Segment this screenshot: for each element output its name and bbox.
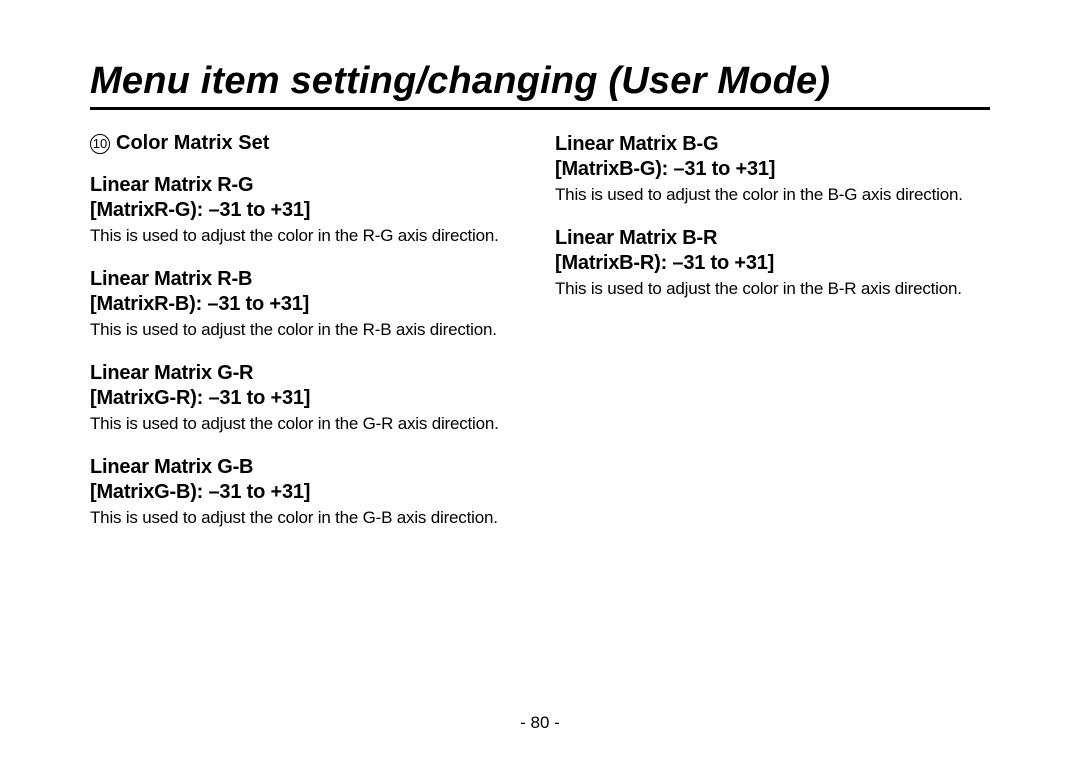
entry-range: [MatrixG-B): –31 to +31] [90,480,525,505]
entry-title: Linear Matrix G-B [90,455,525,480]
setting-entry: Linear Matrix G-R [MatrixG-R): –31 to +3… [90,361,525,435]
entry-title: Linear Matrix B-G [555,132,990,157]
content-columns: 10 Color Matrix Set Linear Matrix R-G [M… [90,132,990,549]
page-title: Menu item setting/changing (User Mode) [90,60,990,110]
entry-title: Linear Matrix R-B [90,267,525,292]
entry-description: This is used to adjust the color in the … [90,507,525,529]
entry-range: [MatrixB-R): –31 to +31] [555,251,990,276]
setting-entry: Linear Matrix G-B [MatrixG-B): –31 to +3… [90,455,525,529]
entry-title: Linear Matrix B-R [555,226,990,251]
section-number-icon: 10 [90,134,110,154]
entry-description: This is used to adjust the color in the … [555,278,990,300]
entry-range: [MatrixR-B): –31 to +31] [90,292,525,317]
entry-title: Linear Matrix G-R [90,361,525,386]
document-page: Menu item setting/changing (User Mode) 1… [0,0,1080,761]
setting-entry: Linear Matrix R-B [MatrixR-B): –31 to +3… [90,267,525,341]
section-title: Color Matrix Set [116,132,269,155]
entry-description: This is used to adjust the color in the … [555,184,990,206]
entry-range: [MatrixB-G): –31 to +31] [555,157,990,182]
setting-entry: Linear Matrix B-G [MatrixB-G): –31 to +3… [555,132,990,206]
section-header: 10 Color Matrix Set [90,132,525,155]
setting-entry: Linear Matrix R-G [MatrixR-G): –31 to +3… [90,173,525,247]
entry-description: This is used to adjust the color in the … [90,413,525,435]
page-number: - 80 - [0,713,1080,733]
setting-entry: Linear Matrix B-R [MatrixB-R): –31 to +3… [555,226,990,300]
entry-range: [MatrixG-R): –31 to +31] [90,386,525,411]
left-column: 10 Color Matrix Set Linear Matrix R-G [M… [90,132,525,549]
entry-range: [MatrixR-G): –31 to +31] [90,198,525,223]
right-column: Linear Matrix B-G [MatrixB-G): –31 to +3… [555,132,990,549]
entry-description: This is used to adjust the color in the … [90,319,525,341]
entry-description: This is used to adjust the color in the … [90,225,525,247]
entry-title: Linear Matrix R-G [90,173,525,198]
